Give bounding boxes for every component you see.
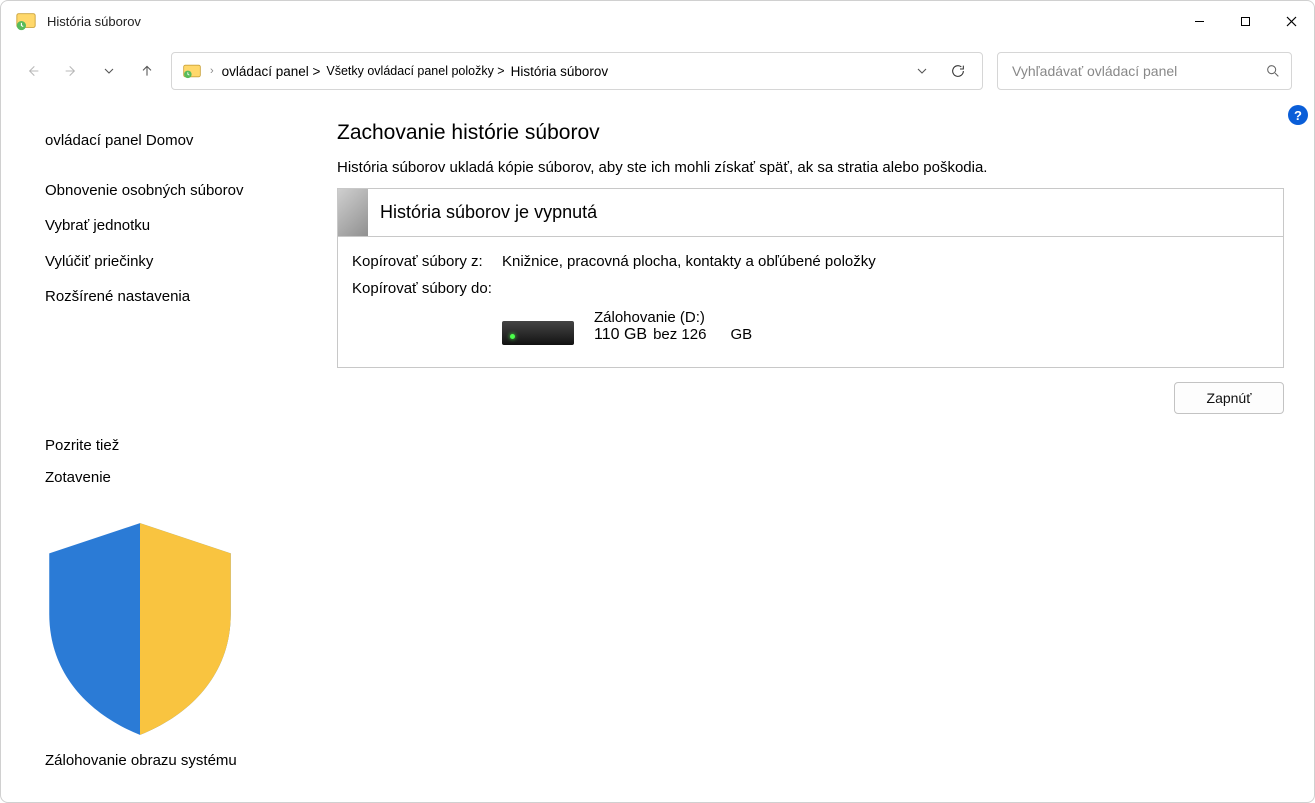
- drive-separator: bez 126: [653, 326, 706, 343]
- minimize-button[interactable]: [1176, 1, 1222, 41]
- titlebar: História súborov: [1, 1, 1314, 41]
- search-icon: [1265, 63, 1281, 79]
- main-panel: Zachovanie histórie súborov História súb…: [301, 101, 1314, 802]
- recent-locations-button[interactable]: [99, 61, 119, 81]
- page-title: Zachovanie histórie súborov: [337, 121, 1284, 145]
- close-button[interactable]: [1268, 1, 1314, 41]
- window-frame: História súborov: [0, 0, 1315, 803]
- button-row: Zapnúť: [337, 382, 1284, 414]
- folder-icon: [182, 61, 202, 81]
- see-also-title: Pozrite tiež: [45, 431, 287, 460]
- copy-from-row: Kopírovať súbory z: Knižnice, pracovná p…: [352, 253, 1269, 270]
- see-also-system-image[interactable]: Zálohovanie obrazu systému: [45, 495, 287, 778]
- refresh-button[interactable]: [948, 61, 968, 81]
- maximize-button[interactable]: [1222, 1, 1268, 41]
- drive-text: Zálohovanie (D:) 110 GB bez 126 GB: [594, 309, 752, 344]
- status-panel: História súborov je vypnutá Kopírovať sú…: [337, 188, 1284, 368]
- see-also-label: Zálohovanie obrazu systému: [45, 752, 237, 769]
- breadcrumb-segment[interactable]: Všetky ovládací panel položky >: [326, 64, 504, 78]
- status-tile-icon: [338, 189, 368, 236]
- navbar: › ovládací panel > Všetky ovládací panel…: [1, 41, 1314, 101]
- status-text: História súborov je vypnutá: [368, 202, 597, 223]
- sidebar-link-select-drive[interactable]: Vybrať jednotku: [45, 208, 287, 244]
- sidebar-home-link[interactable]: ovládací panel Domov: [45, 123, 287, 159]
- search-input[interactable]: [1012, 63, 1265, 79]
- window-controls: [1176, 1, 1314, 41]
- drive-icon: [502, 307, 574, 345]
- sidebar: ovládací panel Domov Obnovenie osobných …: [1, 101, 301, 802]
- sidebar-link-restore[interactable]: Obnovenie osobných súborov: [45, 173, 287, 209]
- nav-arrows: [23, 61, 157, 81]
- page-description: História súborov ukladá kópie súborov, a…: [337, 159, 1284, 176]
- app-icon: [15, 10, 37, 32]
- back-button[interactable]: [23, 61, 43, 81]
- search-box[interactable]: [997, 52, 1292, 90]
- status-row: História súborov je vypnutá: [338, 189, 1283, 237]
- forward-button[interactable]: [61, 61, 81, 81]
- drive-free: 110 GB: [594, 326, 647, 344]
- see-also-recovery[interactable]: Zotavenie: [45, 460, 287, 496]
- address-bar[interactable]: › ovládací panel > Všetky ovládací panel…: [171, 52, 983, 90]
- shield-icon: [19, 732, 261, 749]
- panel-body: Kopírovať súbory z: Knižnice, pracovná p…: [338, 237, 1283, 367]
- copy-from-label: Kopírovať súbory z:: [352, 253, 502, 270]
- address-dropdown-button[interactable]: [912, 61, 932, 81]
- breadcrumb-segment[interactable]: História súborov: [511, 64, 609, 79]
- copy-to-row: Kopírovať súbory do:: [352, 280, 1269, 297]
- drive-total-unit: GB: [730, 326, 752, 343]
- window-title: História súborov: [47, 14, 141, 29]
- copy-from-value: Knižnice, pracovná plocha, kontakty a ob…: [502, 253, 876, 270]
- chevron-right-icon: ›: [210, 65, 214, 77]
- content-area: ? ovládací panel Domov Obnovenie osobnýc…: [1, 101, 1314, 802]
- sidebar-link-advanced[interactable]: Rozšírené nastavenia: [45, 279, 287, 315]
- copy-to-label: Kopírovať súbory do:: [352, 280, 502, 297]
- drive-name: Zálohovanie (D:): [594, 309, 752, 326]
- breadcrumb-segment[interactable]: ovládací panel >: [222, 64, 321, 79]
- sidebar-link-exclude-folders[interactable]: Vylúčiť priečinky: [45, 244, 287, 280]
- up-button[interactable]: [137, 61, 157, 81]
- see-also-label: Zotavenie: [45, 469, 111, 486]
- turn-on-button[interactable]: Zapnúť: [1174, 382, 1284, 414]
- drive-row: Zálohovanie (D:) 110 GB bez 126 GB: [502, 307, 1269, 345]
- see-also-block: Pozrite tiež Zotavenie Zálohovanie obraz…: [45, 431, 287, 789]
